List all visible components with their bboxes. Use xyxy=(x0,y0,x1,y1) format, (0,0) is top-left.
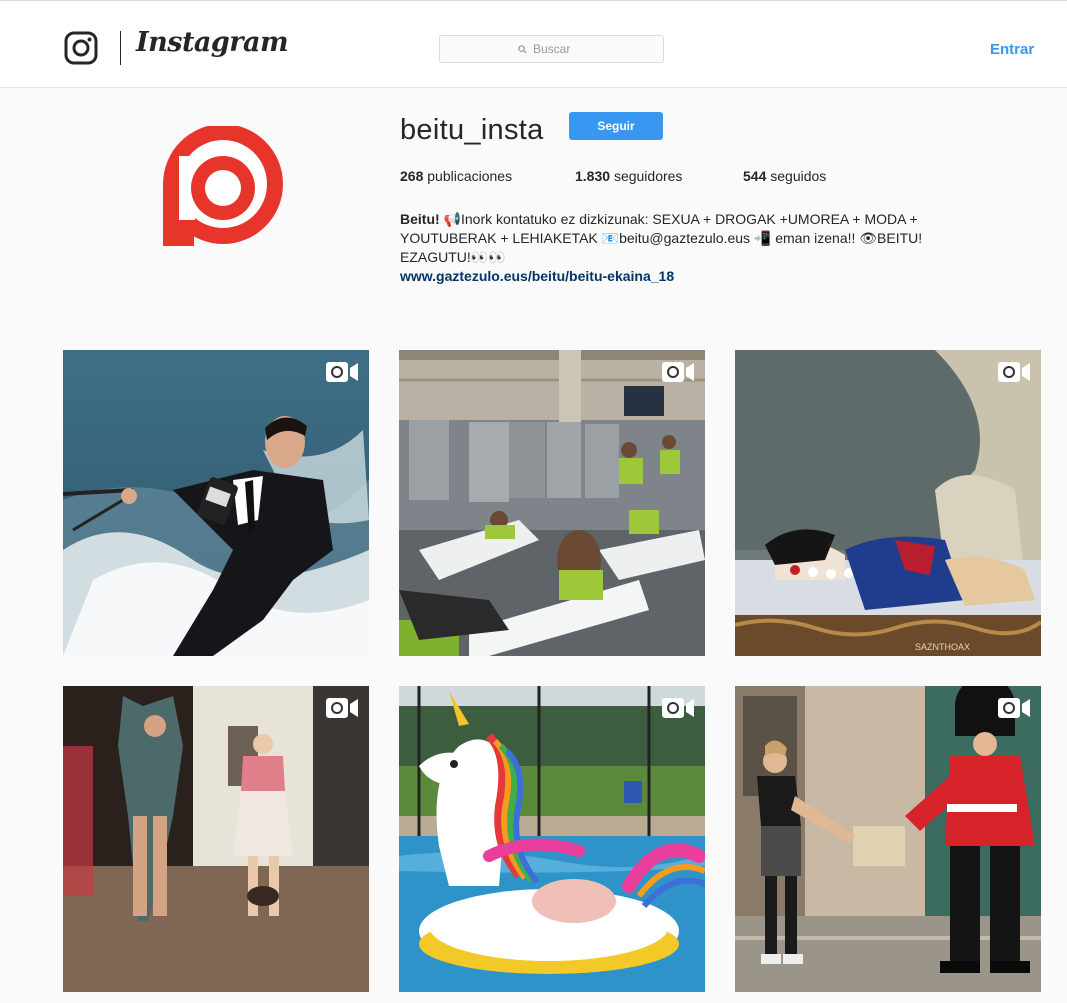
bio-line-1: Beitu! 📢Inork kontatuko ez dizkizunak: S… xyxy=(400,210,1030,229)
posts-number: 268 xyxy=(400,168,424,184)
video-camera-icon xyxy=(326,362,358,382)
post-tile[interactable] xyxy=(399,350,705,656)
bio-text-1: 📢Inork kontatuko ez dizkizunak: SEXUA + … xyxy=(443,211,918,227)
tile-watermark: SAZNTHOAX xyxy=(915,642,970,652)
search-box[interactable] xyxy=(439,35,664,63)
search-input[interactable] xyxy=(531,41,585,57)
post-image-room-dancers xyxy=(63,686,369,992)
post-image-royal-guard xyxy=(735,686,1041,992)
profile-bio: Beitu! 📢Inork kontatuko ez dizkizunak: S… xyxy=(400,210,1030,286)
post-tile[interactable] xyxy=(735,686,1041,992)
post-image-waterski xyxy=(63,350,369,656)
post-image-unicorn-pool xyxy=(399,686,705,992)
following-number: 544 xyxy=(743,168,767,184)
profile-username: beitu_insta xyxy=(400,114,544,146)
instagram-camera-icon[interactable] xyxy=(64,31,98,65)
post-image-cartoon: SAZNTHOAX xyxy=(735,350,1041,656)
video-camera-icon xyxy=(998,698,1030,718)
profile-avatar[interactable] xyxy=(148,126,294,246)
post-tile[interactable] xyxy=(63,686,369,992)
bio-website-link[interactable]: www.gaztezulo.eus/beitu/beitu-ekaina_18 xyxy=(400,267,1030,286)
bio-name: Beitu! xyxy=(400,211,440,227)
follow-button[interactable]: Seguir xyxy=(569,112,663,140)
following-label: seguidos xyxy=(770,168,827,184)
post-tile[interactable] xyxy=(63,350,369,656)
post-tile[interactable] xyxy=(399,686,705,992)
search-icon xyxy=(518,44,527,54)
followers-number: 1.830 xyxy=(575,168,611,184)
login-link[interactable]: Entrar xyxy=(990,41,1034,58)
top-nav-bar: Instagram Entrar xyxy=(0,0,1067,88)
bio-text-2: YOUTUBERAK + LEHIAKETAK 📧beitu@gaztezulo… xyxy=(400,230,923,246)
posts-count: 268 publicaciones xyxy=(400,168,512,184)
logo-divider xyxy=(120,31,121,65)
video-camera-icon xyxy=(662,698,694,718)
instagram-wordmark[interactable]: Instagram xyxy=(136,27,289,58)
post-image-mattress-warehouse xyxy=(399,350,705,656)
posts-label: publicaciones xyxy=(427,168,513,184)
video-camera-icon xyxy=(998,362,1030,382)
video-camera-icon xyxy=(662,362,694,382)
followers-label: seguidores xyxy=(613,168,683,184)
post-tile[interactable]: SAZNTHOAX xyxy=(735,350,1041,656)
following-count[interactable]: 544 seguidos xyxy=(743,168,826,184)
video-camera-icon xyxy=(326,698,358,718)
bio-text-3: EZAGUTU!👀👀 xyxy=(400,249,506,265)
followers-count[interactable]: 1.830 seguidores xyxy=(575,168,682,184)
